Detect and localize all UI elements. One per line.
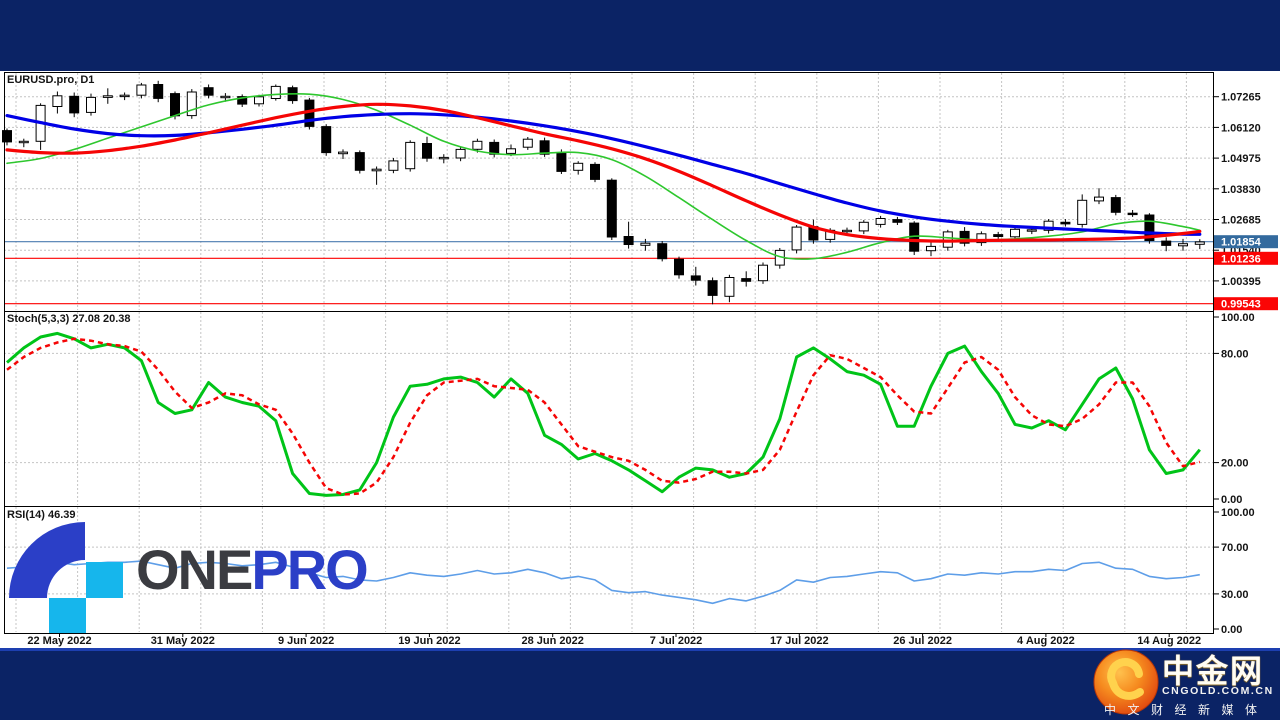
cngold-logo: 中金网 CNGOLD.COM.CN 中文财经新媒体 (1088, 646, 1280, 718)
axis-tick-label: 1.03830 (1221, 184, 1261, 196)
axis-tick-label: 70.00 (1221, 542, 1249, 554)
ma-slow-blue-line (5, 112, 1202, 236)
axis-tick-label: 1.06120 (1221, 122, 1261, 134)
stochastic-indicator-label: Stoch(5,3,3) 27.08 20.38 (7, 313, 131, 325)
axis-tick-label: 80.00 (1221, 348, 1249, 360)
date-tick-label: 19 Jun 2022 (398, 635, 460, 647)
alert-line-label: 1.01236 (1221, 253, 1261, 265)
axis-tick-label: 20.00 (1221, 458, 1249, 470)
ma-mid-red-line (5, 102, 1202, 243)
stochastic-panel (4, 311, 1214, 507)
date-tick-label: 4 Aug 2022 (1017, 635, 1075, 647)
axis-tick-label: 0.00 (1221, 624, 1242, 636)
trading-chart-screenshot: 1.07265 1.06120 1.04975 1.03830 1.02685 1.015… (0, 0, 1280, 720)
date-tick-label: 26 Jul 2022 (893, 635, 952, 647)
axis-tick-label: 0.00 (1221, 494, 1242, 506)
axis-tick-label: 30.00 (1221, 589, 1249, 601)
cngold-domain: CNGOLD.COM.CN (1162, 685, 1274, 697)
symbol-timeframe-label: EURUSD.pro, D1 (7, 74, 95, 86)
price-marker-lines (4, 241, 1213, 305)
moving-average-lines (5, 92, 1202, 260)
cngold-tagline: 中文财经新媒体 (1104, 703, 1269, 717)
date-tick-label: 28 Jun 2022 (522, 635, 584, 647)
onepro-logo-mark-icon (9, 522, 123, 633)
onepro-logo-text: ONEPRO (136, 542, 369, 598)
axis-tick-label: 1.00395 (1221, 276, 1261, 288)
axis-tick-label: 1.04975 (1221, 153, 1261, 165)
axis-tick-label: 100.00 (1221, 507, 1255, 519)
stochastic-series (6, 331, 1201, 497)
current-price-label: 1.01854 (1221, 237, 1262, 249)
onepro-logo: ONEPRO (8, 520, 398, 638)
price-axis: 1.072651.061201.049751.038301.026851.015… (1213, 92, 1278, 636)
onepro-text-one: ONE (136, 538, 253, 601)
alert-line-label: 0.99543 (1221, 299, 1261, 311)
axis-tick-label: 1.02685 (1221, 215, 1261, 227)
date-tick-label: 17 Jul 2022 (770, 635, 829, 647)
stoch-signal-line (6, 337, 1201, 496)
axis-tick-label: 1.07265 (1221, 92, 1261, 104)
ma-fast-green-line (6, 92, 1201, 260)
stoch-main-line (6, 331, 1201, 497)
date-tick-label: 7 Jul 2022 (650, 635, 703, 647)
candlestick-series (2, 80, 1205, 305)
axis-tick-label: 100.00 (1221, 312, 1255, 324)
onepro-text-pro: PRO (251, 538, 368, 601)
